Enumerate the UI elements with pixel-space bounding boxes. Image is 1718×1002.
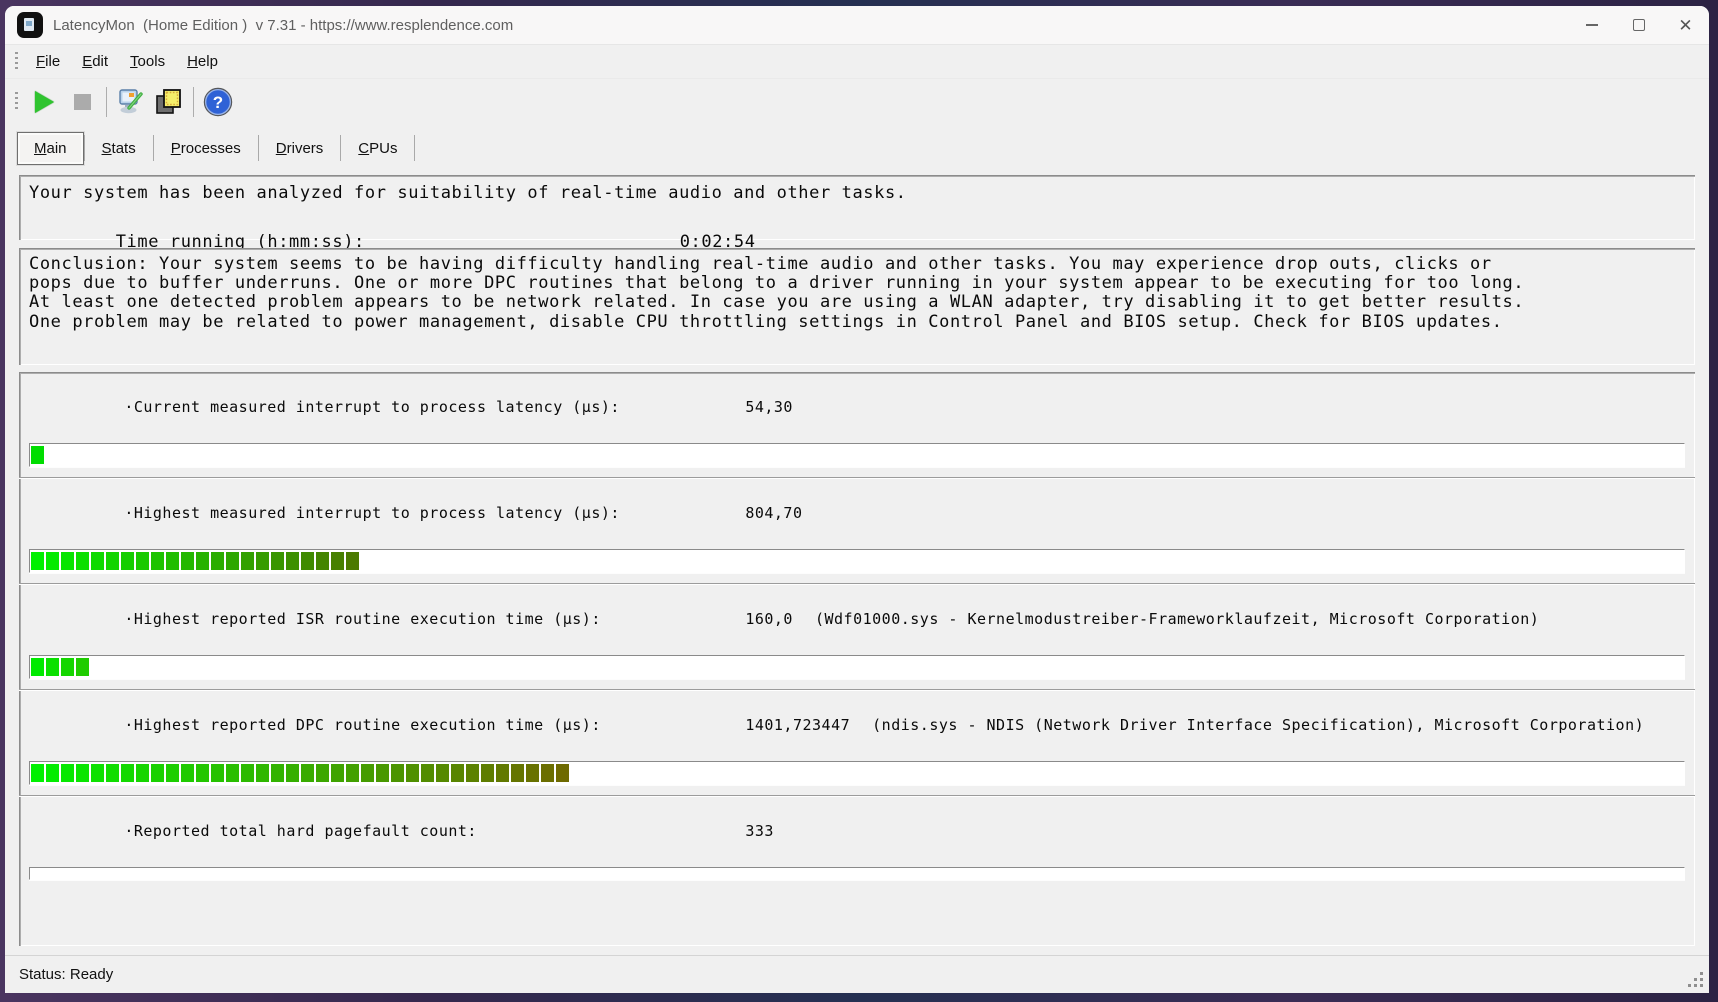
latencymon-window: LatencyMon (Home Edition ) v 7.31 - http…: [5, 6, 1709, 993]
tab-cpus[interactable]: CPUs: [341, 134, 414, 163]
measurement-row-dpc-time: ·Highest reported DPC routine execution …: [19, 689, 1695, 795]
close-icon: ✕: [1678, 15, 1693, 35]
resize-grip-icon[interactable]: [1688, 972, 1704, 988]
measurement-value: 1401,723447: [745, 716, 851, 734]
measurements-panel: ·Current measured interrupt to process l…: [19, 372, 1695, 946]
status-text: Status: Ready: [19, 966, 114, 983]
measurement-detail: (Wdf01000.sys - Kernelmodustreiber-Frame…: [814, 610, 1540, 628]
tab-processes[interactable]: Processes: [154, 134, 258, 163]
measurement-row-isr-time: ·Highest reported ISR routine execution …: [19, 583, 1695, 689]
start-monitor-button[interactable]: [25, 84, 63, 120]
conclusion-line: Conclusion: Your system seems to be havi…: [29, 254, 1492, 274]
analysis-summary-panel: Your system has been analyzed for suitab…: [19, 175, 1695, 252]
conclusion-panel: Conclusion: Your system seems to be havi…: [19, 248, 1695, 365]
measurement-row-pagefaults: ·Reported total hard pagefault count: 333: [19, 795, 1695, 890]
measurement-label: ·Highest measured interrupt to process l…: [124, 504, 620, 522]
measurement-value: 804,70: [745, 504, 803, 522]
isr-bar: [29, 655, 1685, 679]
edit-options-button[interactable]: [112, 84, 150, 120]
stacked-windows-icon: [156, 88, 181, 114]
tab-drivers[interactable]: Drivers: [259, 134, 341, 163]
toolbar-grip[interactable]: [15, 91, 18, 112]
menu-file[interactable]: File: [25, 49, 71, 74]
menu-bar: File Edit Tools Help: [5, 44, 1709, 78]
close-button[interactable]: ✕: [1662, 6, 1709, 44]
toolbar: ?: [5, 78, 1709, 124]
pagefault-bar: [29, 867, 1685, 880]
dpc-bar: [29, 761, 1685, 785]
window-title: LatencyMon (Home Edition ) v 7.31 - http…: [53, 16, 514, 34]
tab-main[interactable]: Main: [16, 130, 85, 166]
measurement-value: 160,0: [745, 610, 793, 628]
measurement-value: 54,30: [745, 398, 793, 416]
measurement-label: ·Reported total hard pagefault count:: [124, 822, 477, 840]
tab-stats[interactable]: Stats: [85, 134, 153, 163]
measurement-row-highest-latency: ·Highest measured interrupt to process l…: [19, 477, 1695, 583]
maximize-icon: [1632, 19, 1645, 31]
play-icon: [34, 90, 54, 113]
menubar-grip[interactable]: [15, 51, 18, 72]
maximize-button[interactable]: [1615, 6, 1662, 44]
conclusion-line: At least one detected problem appears to…: [29, 292, 1525, 313]
conclusion-line: One problem may be related to power mana…: [29, 311, 1503, 332]
toolbar-separator: [106, 86, 107, 117]
minimize-button[interactable]: [1568, 6, 1615, 44]
minimize-icon: [1585, 24, 1598, 26]
measurement-value: 333: [745, 822, 774, 840]
menu-edit[interactable]: Edit: [71, 49, 119, 74]
main-content: Your system has been analyzed for suitab…: [5, 166, 1709, 946]
view-processes-button[interactable]: [150, 84, 188, 120]
menu-tools[interactable]: Tools: [119, 49, 176, 74]
tab-separator: [414, 135, 416, 161]
stop-icon: [73, 93, 91, 110]
menu-help[interactable]: Help: [176, 49, 229, 74]
analysis-summary-text: Your system has been analyzed for suitab…: [29, 183, 907, 203]
window-controls: ✕: [1568, 6, 1709, 44]
help-button[interactable]: ?: [199, 84, 237, 120]
measurement-row-current-latency: ·Current measured interrupt to process l…: [19, 372, 1695, 477]
latency-bar: [29, 443, 1685, 467]
latency-bar: [29, 549, 1685, 573]
status-bar: Status: Ready: [5, 955, 1709, 993]
monitor-pencil-icon: [119, 88, 143, 113]
tab-strip: Main Stats Processes Drivers CPUs: [5, 124, 1709, 166]
conclusion-line: pops due to buffer underruns. One or mor…: [29, 273, 1525, 294]
question-mark-icon: ?: [203, 87, 233, 116]
title-bar: LatencyMon (Home Edition ) v 7.31 - http…: [5, 6, 1709, 44]
measurement-label: ·Current measured interrupt to process l…: [124, 398, 620, 416]
measurement-label: ·Highest reported ISR routine execution …: [124, 610, 601, 628]
measurement-label: ·Highest reported DPC routine execution …: [124, 716, 601, 734]
stop-monitor-button[interactable]: [63, 84, 101, 120]
toolbar-separator: [193, 86, 194, 117]
measurement-detail: (ndis.sys - NDIS (Network Driver Interfa…: [872, 716, 1645, 734]
svg-text:?: ?: [213, 93, 223, 112]
app-icon: [17, 12, 43, 38]
